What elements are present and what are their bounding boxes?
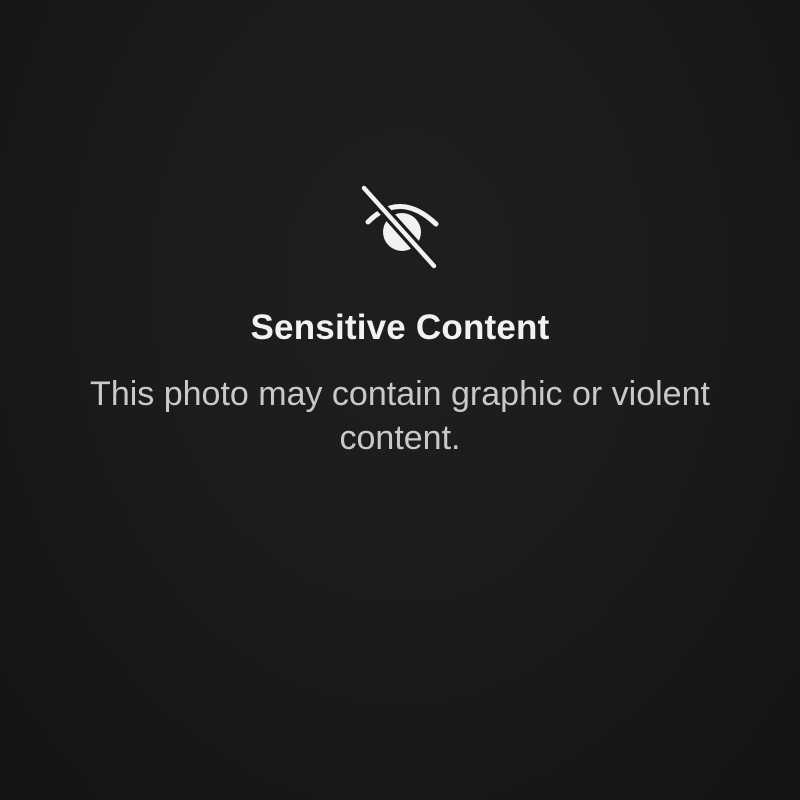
sensitive-content-screen: Sensitive Content This photo may contain…	[0, 0, 800, 800]
eye-slash-icon	[350, 180, 450, 270]
sensitive-content-message: This photo may contain graphic or violen…	[90, 375, 710, 457]
sensitive-content-title: Sensitive Content	[250, 308, 550, 347]
sensitive-content-overlay: Sensitive Content This photo may contain…	[0, 180, 800, 460]
